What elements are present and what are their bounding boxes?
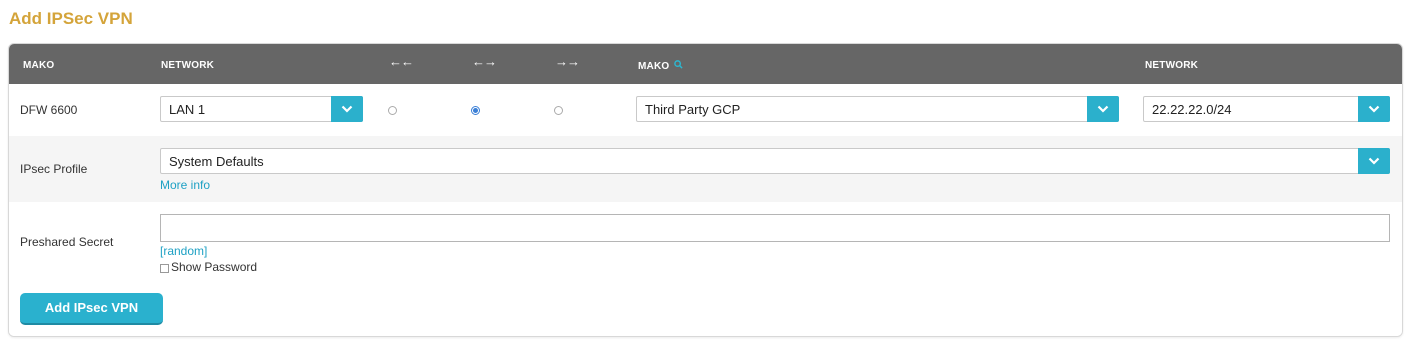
header-network: NETWORK <box>161 60 215 71</box>
random-secret-link[interactable]: [random] <box>160 244 207 258</box>
remote-network-value: 22.22.22.0/24 <box>1152 102 1232 117</box>
add-ipsec-vpn-button[interactable]: Add IPsec VPN <box>20 293 163 325</box>
tunnel-row: DFW 6600 LAN 1 Third Party GCP 22.22.22.… <box>9 84 1402 136</box>
chevron-down-icon[interactable] <box>1358 148 1390 174</box>
preshared-secret-label: Preshared Secret <box>20 235 114 249</box>
header-direction-both-icon: ←→ <box>472 54 497 69</box>
page-title: Add IPSec VPN <box>9 9 133 28</box>
more-info-link[interactable]: More info <box>160 178 210 192</box>
header-direction-left-icon: ←← <box>389 54 414 69</box>
remote-network-select[interactable]: 22.22.22.0/24 <box>1143 96 1390 122</box>
remote-mako-value: Third Party GCP <box>645 102 741 117</box>
header-remote-mako: MAKO <box>638 60 683 72</box>
ipsec-profile-row: IPsec Profile System Defaults More info <box>9 136 1402 202</box>
chevron-down-icon[interactable] <box>1358 96 1390 122</box>
show-password-checkbox[interactable] <box>160 264 169 273</box>
header-remote-network: NETWORK <box>1145 60 1199 71</box>
direction-right-radio[interactable] <box>554 106 563 115</box>
ipsec-vpn-form: MAKO NETWORK ←← ←→ →→ MAKO NETWORK DFW 6… <box>8 43 1403 337</box>
ipsec-profile-value: System Defaults <box>169 154 264 169</box>
table-header: MAKO NETWORK ←← ←→ →→ MAKO NETWORK <box>9 44 1402 84</box>
chevron-down-icon[interactable] <box>331 96 363 122</box>
ipsec-profile-select[interactable]: System Defaults <box>160 148 1390 174</box>
preshared-secret-row: Preshared Secret [random] Show Password … <box>9 202 1402 336</box>
header-direction-right-icon: →→ <box>555 54 580 69</box>
preshared-secret-input[interactable] <box>160 214 1390 242</box>
header-mako: MAKO <box>23 60 55 71</box>
chevron-down-icon[interactable] <box>1087 96 1119 122</box>
header-remote-mako-label: MAKO <box>638 61 670 72</box>
ipsec-profile-label: IPsec Profile <box>20 162 88 176</box>
local-mako-name: DFW 6600 <box>20 103 78 117</box>
direction-left-radio[interactable] <box>388 106 397 115</box>
local-network-select[interactable]: LAN 1 <box>160 96 363 122</box>
local-network-value: LAN 1 <box>169 102 206 117</box>
search-icon[interactable] <box>671 60 683 72</box>
direction-both-radio[interactable] <box>471 106 480 115</box>
remote-mako-select[interactable]: Third Party GCP <box>636 96 1119 122</box>
show-password-label[interactable]: Show Password <box>171 260 257 274</box>
